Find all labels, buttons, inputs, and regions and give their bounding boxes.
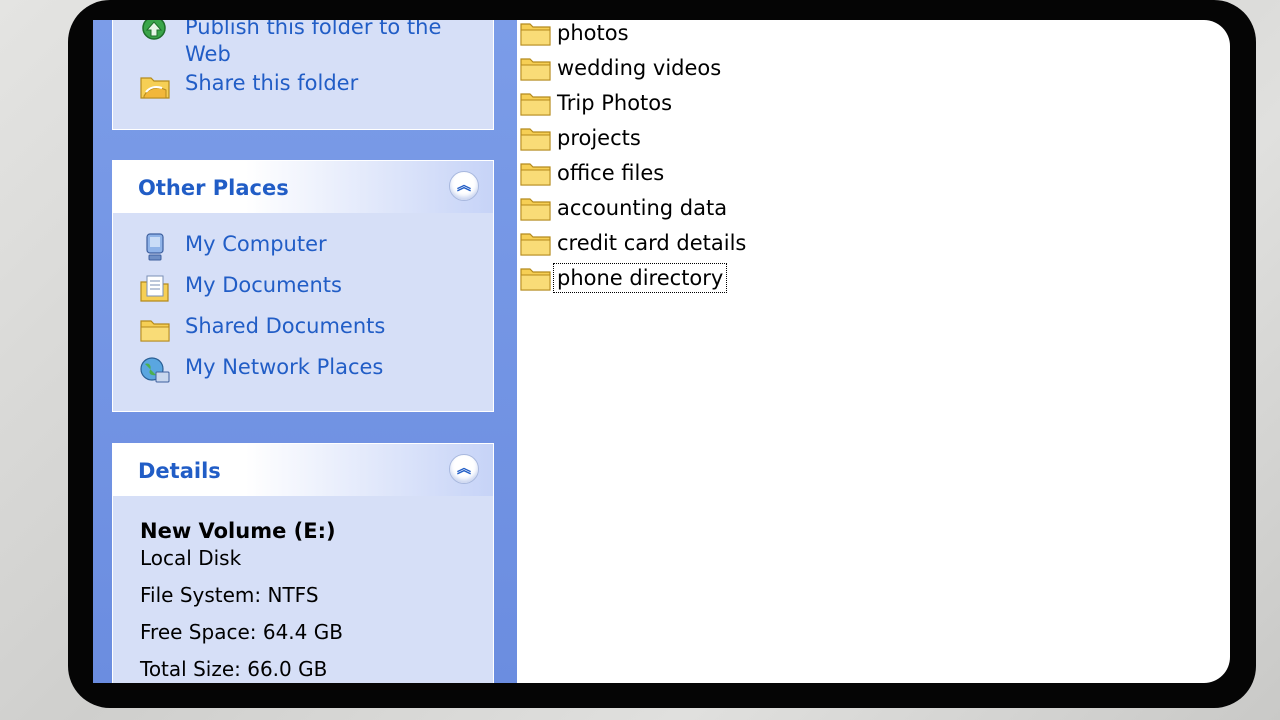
details-body: New Volume (E:) Local Disk File System: … xyxy=(140,518,343,683)
folder-item[interactable]: office files xyxy=(519,157,667,189)
folder-icon xyxy=(520,93,551,116)
publish-folder-label: Publish this folder to the Web xyxy=(185,20,442,66)
my-computer-label: My Computer xyxy=(185,232,327,256)
share-folder-icon xyxy=(140,77,170,99)
shared-documents-link[interactable]: Shared Documents xyxy=(138,313,385,345)
share-folder-label: Share this folder xyxy=(185,71,359,95)
folder-name: office files xyxy=(557,161,665,185)
collapse-details-button[interactable]: ︽ xyxy=(449,454,479,484)
folder-item[interactable]: Trip Photos xyxy=(519,87,675,119)
other-places-header[interactable]: Other Places ︽ xyxy=(113,161,493,213)
details-header[interactable]: Details ︽ xyxy=(113,444,493,496)
my-documents-icon xyxy=(140,275,169,302)
publish-web-icon xyxy=(142,20,166,40)
my-documents-label: My Documents xyxy=(185,273,342,297)
collapse-other-places-button[interactable]: ︽ xyxy=(449,171,479,201)
details-panel: Details ︽ New Volume (E:) Local Disk Fil… xyxy=(112,443,494,683)
drive-type: Local Disk xyxy=(140,546,242,570)
folder-item[interactable]: projects xyxy=(519,122,644,154)
folder-name: wedding videos xyxy=(557,56,722,80)
shared-documents-label: Shared Documents xyxy=(185,314,386,338)
details-title: Details xyxy=(138,459,221,483)
my-computer-icon xyxy=(146,233,164,261)
folder-name: projects xyxy=(557,126,641,150)
publish-folder-link[interactable]: Publish this folder to the Web xyxy=(138,20,441,68)
folder-icon xyxy=(520,23,551,46)
explorer-window: Publish this folder to the Web Share thi… xyxy=(93,20,1230,683)
folder-name: phone directory xyxy=(552,263,728,293)
chevron-up-icon: ︽ xyxy=(457,178,471,194)
my-network-places-label: My Network Places xyxy=(185,355,384,379)
other-places-title: Other Places xyxy=(138,176,289,200)
folder-item[interactable]: phone directory xyxy=(519,262,728,294)
folder-icon xyxy=(520,128,551,151)
folder-item[interactable]: photos xyxy=(519,20,632,49)
total-size: Total Size: 66.0 GB xyxy=(140,657,328,681)
folder-item[interactable]: wedding videos xyxy=(519,52,724,84)
folder-icon xyxy=(520,233,551,256)
chevron-up-icon: ︽ xyxy=(457,461,471,477)
folder-icon xyxy=(520,268,551,291)
folder-icon xyxy=(140,320,170,342)
task-pane: Publish this folder to the Web Share thi… xyxy=(93,20,517,683)
folder-name: credit card details xyxy=(557,231,747,255)
my-network-places-link[interactable]: My Network Places xyxy=(138,354,383,386)
my-documents-link[interactable]: My Documents xyxy=(138,272,342,304)
network-places-icon xyxy=(140,357,170,383)
folder-name: photos xyxy=(557,21,629,45)
free-space: Free Space: 64.4 GB xyxy=(140,620,343,644)
folder-icon xyxy=(520,58,551,81)
folder-item[interactable]: credit card details xyxy=(519,227,749,259)
drive-name: New Volume (E:) xyxy=(140,519,336,543)
file-system: File System: NTFS xyxy=(140,583,319,607)
share-folder-link[interactable]: Share this folder xyxy=(138,70,358,102)
folder-name: accounting data xyxy=(557,196,728,220)
folder-icon xyxy=(520,198,551,221)
my-computer-link[interactable]: My Computer xyxy=(138,231,327,263)
folder-name: Trip Photos xyxy=(557,91,673,115)
folder-icon xyxy=(520,163,551,186)
other-places-panel: Other Places ︽ My Computer My Documents … xyxy=(112,160,494,412)
folder-item[interactable]: accounting data xyxy=(519,192,730,224)
file-folder-tasks-panel: Publish this folder to the Web Share thi… xyxy=(112,20,494,130)
